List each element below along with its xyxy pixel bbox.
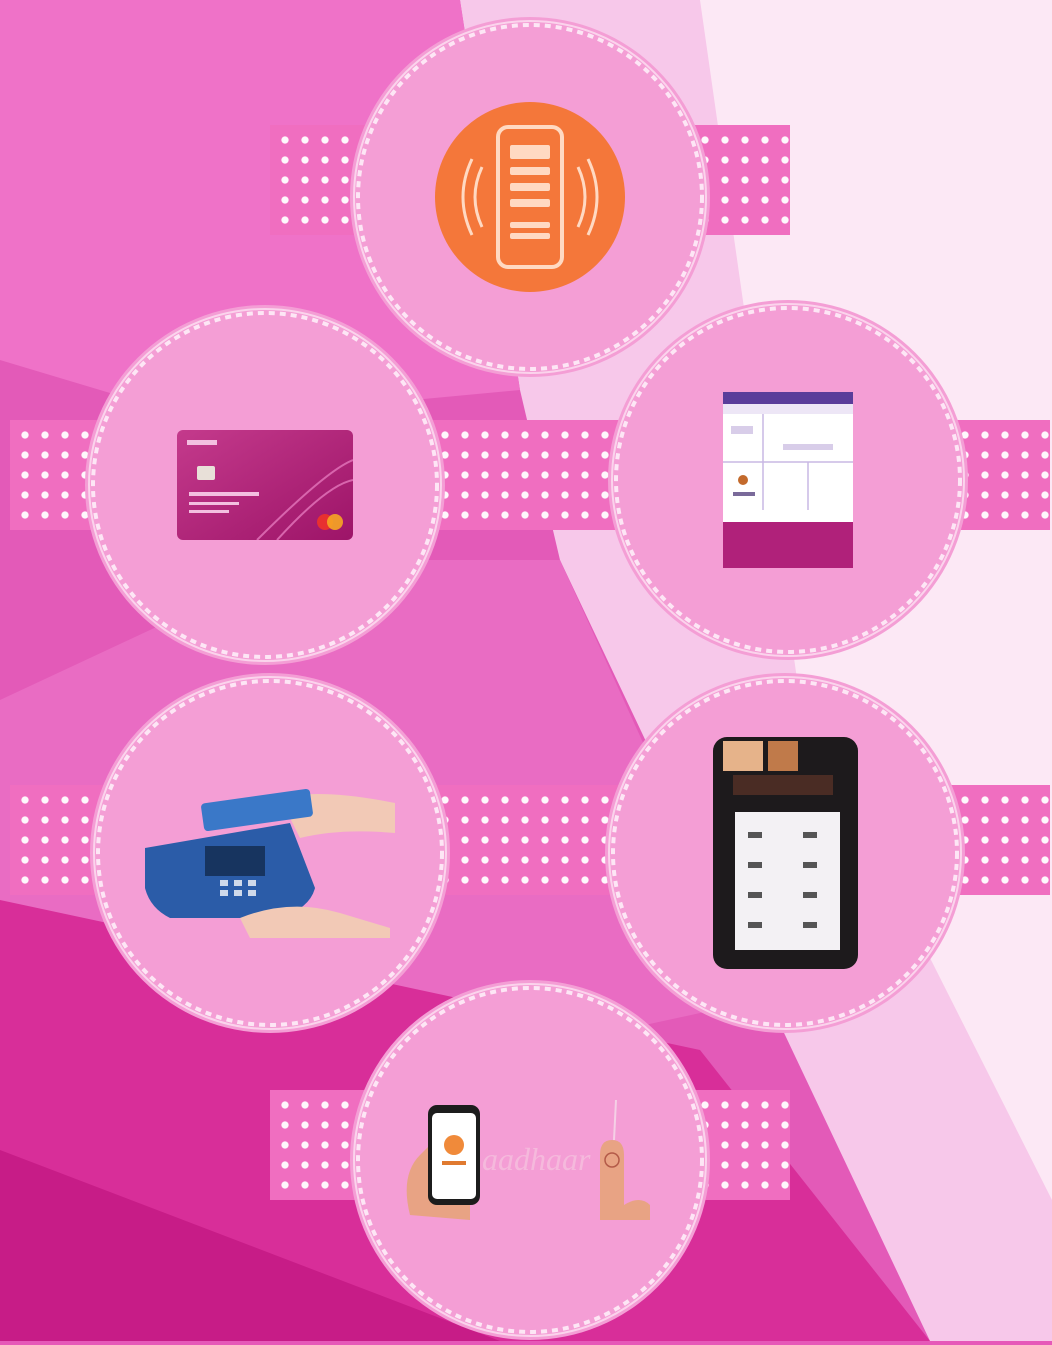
phone-fingerprint-icon: aadhaar (406, 1099, 650, 1220)
medal-aeps[interactable]: aadhaar (345, 975, 715, 1345)
mastercard-logo-icon (317, 514, 343, 530)
pos-device-icon (712, 737, 858, 969)
nfc-phone-icon (435, 102, 625, 292)
aeps-logo-text: aadhaar (482, 1141, 591, 1177)
card-terminal-icon (145, 788, 395, 938)
debit-card-icon (177, 430, 353, 540)
medal-debit-card[interactable] (80, 300, 450, 670)
medal-mobile-app[interactable] (603, 295, 973, 665)
mobile-app-screen-icon (723, 392, 853, 568)
